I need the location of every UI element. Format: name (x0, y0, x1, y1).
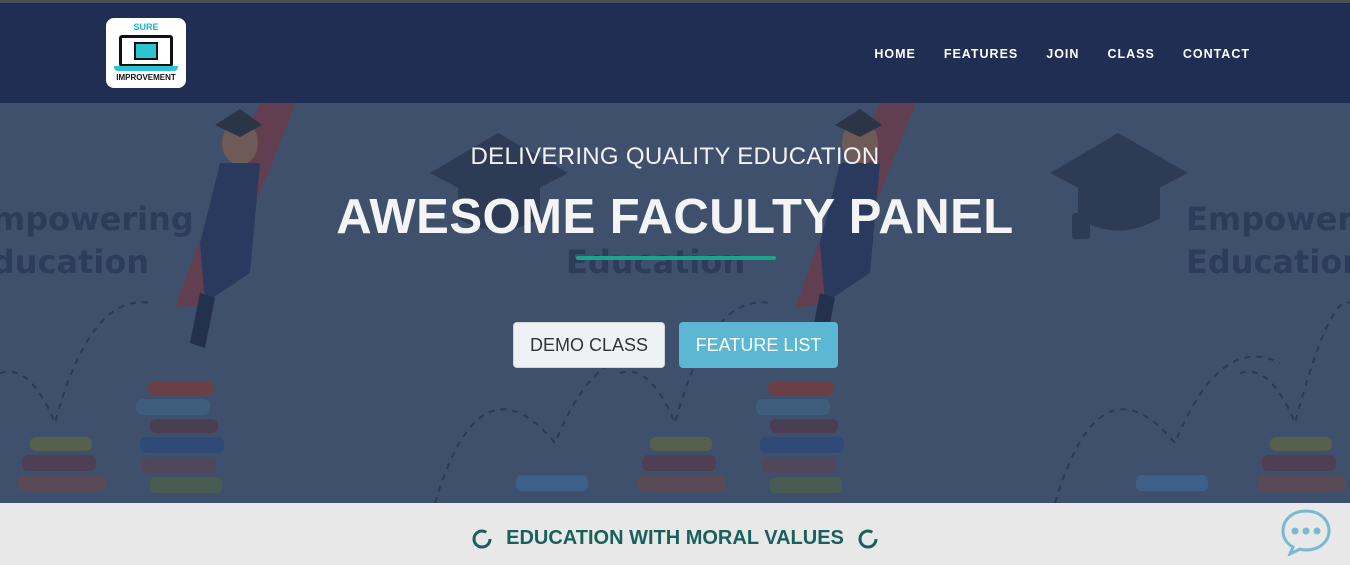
bg-text-education-3: Education (1186, 243, 1350, 281)
chat-bubble-icon[interactable] (1280, 508, 1332, 556)
values-strip-text: EDUCATION WITH MORAL VALUES (506, 527, 844, 549)
nav-class[interactable]: CLASS (1107, 47, 1154, 61)
nav-contact[interactable]: CONTACT (1183, 47, 1250, 61)
nav-home[interactable]: HOME (874, 47, 916, 61)
hero-title-underline (576, 256, 776, 260)
book-stack-illustration (18, 381, 1346, 493)
bg-text-education-1: Education (0, 243, 149, 281)
hero-title: AWESOME FACULTY PANEL (336, 190, 1014, 244)
site-logo[interactable]: SURE IMPROVEMENT (106, 18, 186, 88)
hero-subtitle: DELIVERING QUALITY EDUCATION (470, 143, 880, 170)
values-strip: EDUCATION WITH MORAL VALUES (0, 503, 1350, 565)
site-header: SURE IMPROVEMENT HOME FEATURES JOIN CLAS… (0, 3, 1350, 103)
spinner-ring-icon (858, 529, 878, 548)
logo-bottom-text: IMPROVEMENT (116, 73, 176, 82)
feature-list-button[interactable]: FEATURE LIST (679, 322, 838, 368)
bg-text-education-2: Education (566, 243, 745, 281)
nav-join[interactable]: JOIN (1046, 47, 1079, 61)
nav-features[interactable]: FEATURES (944, 47, 1018, 61)
laptop-base (114, 66, 178, 71)
book-check-icon (134, 42, 158, 60)
laptop-icon (119, 35, 173, 67)
hero-section: Empowering Education Education Empowerin… (0, 103, 1350, 503)
logo-top-text: SURE (133, 22, 159, 32)
values-strip-content: EDUCATION WITH MORAL VALUES (0, 527, 1350, 550)
spinner-ring-icon (472, 529, 492, 548)
demo-class-button[interactable]: DEMO CLASS (513, 322, 665, 368)
main-nav: HOME FEATURES JOIN CLASS CONTACT (874, 47, 1250, 61)
